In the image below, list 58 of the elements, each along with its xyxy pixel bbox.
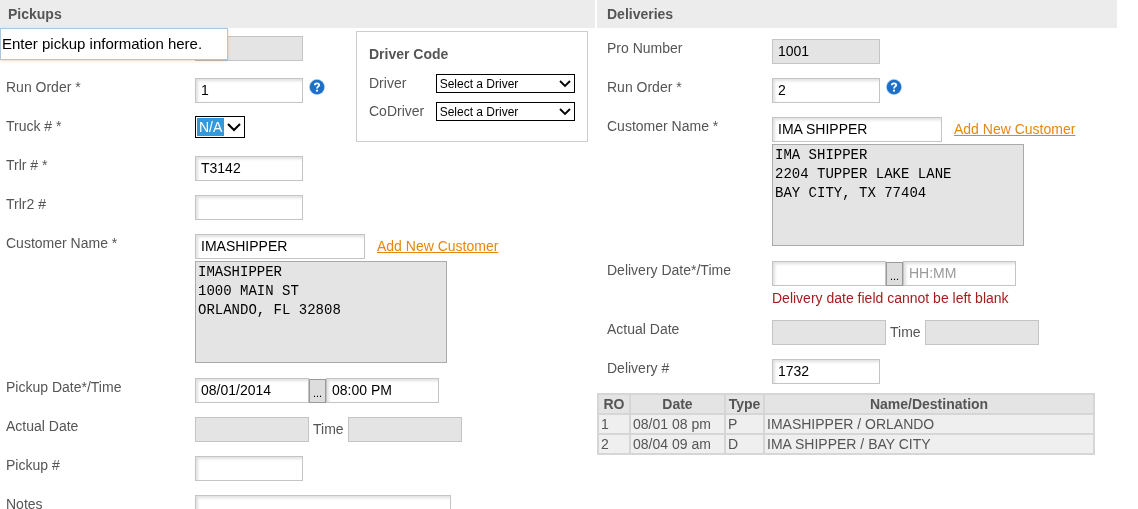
driver-label: CoDriver xyxy=(369,102,426,121)
column-header: RO xyxy=(598,394,630,414)
field-label: Customer Name * xyxy=(607,118,719,134)
actual-time-field[interactable] xyxy=(924,320,1039,345)
error-message: Delivery date field cannot be left blank xyxy=(772,289,1010,308)
field-label: Actual Date xyxy=(6,418,79,434)
chevron-down-icon xyxy=(559,79,571,88)
input-field[interactable]: IMA SHIPPER xyxy=(772,117,942,142)
actual-time-field[interactable] xyxy=(347,417,462,442)
panel-title: Driver Code xyxy=(369,45,450,64)
field-label: Pickup Date*/Time xyxy=(6,379,122,395)
time-field[interactable]: 08:00 PM xyxy=(326,378,439,403)
chevron-down-icon xyxy=(559,107,571,116)
input-field[interactable]: 1732 xyxy=(772,359,880,384)
field-label: Run Order * xyxy=(607,79,682,95)
table-cell: 2 xyxy=(598,434,630,454)
table-cell: D xyxy=(725,434,764,454)
chevron-down-icon xyxy=(227,122,242,132)
input-field[interactable]: 1 xyxy=(195,78,303,103)
date-field[interactable] xyxy=(772,261,886,286)
time-label: Time xyxy=(890,323,921,342)
driver-label: Driver xyxy=(369,74,408,93)
field-label: Notes xyxy=(6,496,43,509)
field-label: Truck # * xyxy=(6,118,62,134)
input-field[interactable] xyxy=(195,195,303,220)
driver-select[interactable]: Select a Driver xyxy=(435,74,575,93)
field-label: Pro Number xyxy=(607,40,683,56)
field-label: Pickup # xyxy=(6,457,60,473)
actual-date-field[interactable] xyxy=(772,320,886,345)
address-box[interactable]: IMASHIPPER 1000 MAIN ST ORLANDO, FL 32808 xyxy=(195,261,447,363)
date-field[interactable]: 08/01/2014 xyxy=(195,378,309,403)
help-icon[interactable] xyxy=(886,79,902,95)
input-field[interactable]: 1001 xyxy=(772,39,880,64)
field-label: Customer Name * xyxy=(6,235,118,251)
input-field[interactable]: IMASHIPPER xyxy=(195,234,365,259)
help-icon[interactable] xyxy=(309,79,325,95)
actual-date-field[interactable] xyxy=(195,417,309,442)
table-cell: 08/04 09 am xyxy=(630,434,725,454)
field-label: Trlr2 # xyxy=(6,196,46,212)
section-title: Pickups xyxy=(8,4,62,24)
section-title: Deliveries xyxy=(607,4,674,24)
input-field[interactable]: T3142 xyxy=(195,156,303,181)
address-box[interactable]: IMA SHIPPER 2204 TUPPER LAKE LANE BAY CITY, TX 77404 xyxy=(772,144,1024,246)
field-label: Trlr # * xyxy=(6,157,48,173)
column-header: Date xyxy=(630,394,725,414)
tooltip: Enter pickup information here. xyxy=(0,28,228,60)
input-field[interactable]: 2 xyxy=(772,78,880,103)
date-picker-button[interactable]: ... xyxy=(309,378,326,403)
column-header: Name/Destination xyxy=(764,394,1094,414)
field-label: Actual Date xyxy=(607,321,680,337)
field-label: Delivery # xyxy=(607,360,670,376)
date-picker-button[interactable]: ... xyxy=(886,261,903,286)
input-field[interactable] xyxy=(195,456,303,481)
field-label: Run Order * xyxy=(6,79,81,95)
time-label: Time xyxy=(313,420,344,439)
driver-select[interactable]: Select a Driver xyxy=(435,102,575,121)
field-label: Delivery Date*/Time xyxy=(607,262,731,278)
table-cell: IMA SHIPPER / BAY CITY xyxy=(764,434,1094,454)
